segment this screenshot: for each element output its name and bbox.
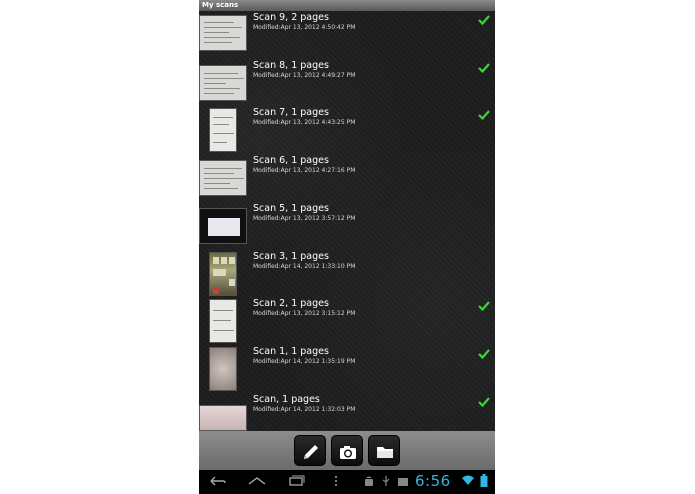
scan-modified: Modified:Apr 13, 2012 3:15:12 PM: [253, 310, 356, 318]
system-nav-bar: 6:56: [199, 470, 495, 494]
scan-thumbnail: [199, 207, 247, 244]
checkmark-icon[interactable]: [478, 62, 490, 74]
scan-modified: Modified:Apr 13, 2012 4:27:16 PM: [253, 167, 356, 175]
scan-title: Scan 3, 1 pages: [253, 250, 329, 262]
scan-thumbnail: [209, 346, 237, 391]
scan-title: Scan 7, 1 pages: [253, 107, 329, 119]
scan-row[interactable]: Scan 1, 1 pages Modified:Apr 14, 2012 1:…: [199, 345, 495, 393]
scan-title: Scan 2, 1 pages: [253, 298, 329, 310]
scan-title: Scan 6, 1 pages: [253, 155, 329, 167]
recent-apps-icon[interactable]: [287, 475, 305, 487]
scan-thumbnail: [199, 64, 247, 101]
checkmark-icon[interactable]: [478, 109, 490, 121]
scan-row[interactable]: Scan 3, 1 pages Modified:Apr 14, 2012 1:…: [199, 250, 495, 298]
scan-thumbnail: [209, 251, 237, 296]
wifi-icon: [462, 475, 474, 485]
pencil-icon: [304, 445, 318, 459]
open-folder-button[interactable]: [368, 435, 400, 466]
scan-modified: Modified:Apr 14, 2012 1:35:19 PM: [253, 357, 356, 365]
scan-thumbnail: [209, 299, 237, 344]
scan-title: Scan, 1 pages: [253, 393, 320, 405]
camera-icon: [340, 446, 356, 459]
camera-button[interactable]: [331, 435, 363, 466]
battery-icon: [480, 474, 488, 487]
device-screen: My scans Scan 9, 2 pages Modified:Apr 13…: [199, 0, 495, 494]
scan-modified: Modified:Apr 14, 2012 1:33:10 PM: [253, 262, 356, 270]
scan-list[interactable]: Scan 9, 2 pages Modified:Apr 13, 2012 4:…: [199, 11, 495, 431]
home-icon[interactable]: [247, 475, 267, 487]
scan-thumbnail: [199, 160, 247, 197]
scan-title: Scan 8, 1 pages: [253, 59, 329, 71]
notification-icon: [398, 478, 408, 486]
scan-modified: Modified:Apr 14, 2012 1:32:03 PM: [253, 405, 356, 413]
scan-thumbnail: [209, 108, 237, 153]
folder-icon: [377, 447, 393, 458]
scan-row[interactable]: Scan, 1 pages Modified:Apr 14, 2012 1:32…: [199, 393, 495, 431]
scan-thumbnail: [199, 15, 247, 51]
scan-title: Scan 9, 2 pages: [253, 12, 329, 23]
back-icon[interactable]: [209, 475, 227, 487]
checkmark-icon[interactable]: [478, 300, 490, 312]
scan-title: Scan 1, 1 pages: [253, 345, 329, 357]
app-title: My scans: [199, 0, 495, 11]
usb-icon: [382, 476, 390, 486]
scan-title: Scan 5, 1 pages: [253, 202, 329, 214]
scan-row[interactable]: Scan 9, 2 pages Modified:Apr 13, 2012 4:…: [199, 11, 495, 59]
scan-modified: Modified:Apr 13, 2012 4:50:42 PM: [253, 24, 356, 31]
menu-icon[interactable]: [333, 475, 339, 487]
scan-modified: Modified:Apr 13, 2012 3:57:12 PM: [253, 214, 356, 222]
scan-row[interactable]: Scan 5, 1 pages Modified:Apr 13, 2012 3:…: [199, 202, 495, 250]
scan-row[interactable]: Scan 6, 1 pages Modified:Apr 13, 2012 4:…: [199, 154, 495, 202]
bottom-toolbar: [199, 431, 495, 470]
checkmark-icon[interactable]: [478, 348, 490, 360]
scan-modified: Modified:Apr 13, 2012 4:49:27 PM: [253, 71, 356, 79]
scan-row[interactable]: Scan 2, 1 pages Modified:Apr 13, 2012 3:…: [199, 297, 495, 345]
edit-button[interactable]: [294, 435, 326, 466]
checkmark-icon[interactable]: [478, 14, 490, 26]
scan-thumbnail: [199, 404, 247, 431]
checkmark-icon[interactable]: [478, 396, 490, 408]
android-icon: [365, 476, 373, 486]
status-clock: 6:56: [415, 472, 451, 490]
scan-modified: Modified:Apr 13, 2012 4:43:25 PM: [253, 119, 356, 127]
scan-row[interactable]: Scan 7, 1 pages Modified:Apr 13, 2012 4:…: [199, 106, 495, 154]
scan-row[interactable]: Scan 8, 1 pages Modified:Apr 13, 2012 4:…: [199, 59, 495, 107]
